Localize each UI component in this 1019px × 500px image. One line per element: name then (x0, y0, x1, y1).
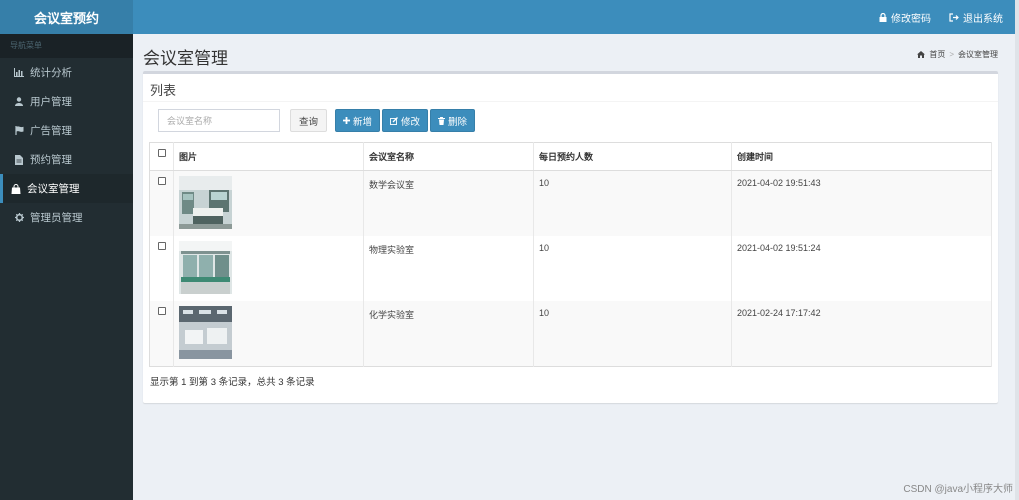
sidebar-item-bookings[interactable]: 预约管理 (0, 145, 133, 174)
sidebar-item-label: 预约管理 (30, 154, 72, 166)
column-header-capacity[interactable]: 每日预约人数 (533, 142, 732, 171)
room-photo[interactable] (179, 241, 232, 294)
select-all-checkbox[interactable] (157, 149, 166, 157)
capacity-cell: 10 (533, 236, 732, 301)
app-logo[interactable]: 会议室预约 (0, 0, 133, 34)
query-button[interactable]: 查询 (290, 109, 328, 132)
sidebar-item-ads[interactable]: 广告管理 (0, 116, 133, 145)
row-checkbox[interactable] (157, 242, 166, 250)
room-photo[interactable] (179, 306, 232, 359)
picture-cell (173, 170, 364, 236)
row-select-cell (149, 170, 174, 236)
picture-cell (173, 301, 364, 367)
gear-icon (14, 213, 24, 223)
sidebar-item-label: 用户管理 (30, 96, 72, 108)
sidebar-item-admins[interactable]: 管理员管理 (0, 203, 133, 232)
row-select-cell (149, 236, 174, 301)
name-cell: 化学实验室 (363, 301, 534, 367)
logout-label: 退出系统 (963, 13, 1003, 25)
meeting-room-table: 图片 会议室名称 每日预约人数 创建时间 数学会议室 10 2021-04-02… (149, 142, 992, 367)
capacity-cell: 10 (533, 170, 732, 236)
page-title: 会议室管理 (143, 49, 228, 68)
top-navbar: 修改密码 退出系统 (133, 0, 1019, 34)
watermark: CSDN @java小程序大师 (903, 484, 1013, 495)
capacity-cell: 10 (533, 301, 732, 367)
created-cell: 2021-04-02 19:51:43 (731, 170, 992, 236)
bar-chart-icon (14, 68, 24, 78)
sign-out-icon (949, 12, 959, 22)
flag-icon (14, 126, 24, 136)
row-select-cell (149, 301, 174, 367)
add-button-label: 新增 (353, 116, 373, 128)
table-row[interactable]: 数学会议室 10 2021-04-02 19:51:43 (149, 170, 992, 236)
column-header-created[interactable]: 创建时间 (731, 142, 992, 171)
sidebar: 导航菜单 统计分析 用户管理 广告管理 预约管理 会议室管理 管理员管理 (0, 34, 133, 500)
query-button-label: 查询 (299, 116, 319, 128)
toolbar: 查询 新增 修改 删除 (158, 109, 476, 132)
plus-icon (343, 117, 351, 124)
sidebar-item-label: 管理员管理 (30, 212, 83, 224)
delete-button-label: 删除 (448, 116, 468, 128)
content-header: 会议室管理 首页 > 会议室管理 (133, 34, 1019, 72)
edit-button-label: 修改 (401, 116, 421, 128)
add-button[interactable]: 新增 (335, 109, 381, 132)
created-cell: 2021-04-02 19:51:24 (731, 236, 992, 301)
breadcrumb-home[interactable]: 首页 (929, 49, 945, 60)
breadcrumb-current: 会议室管理 (958, 50, 998, 59)
edit-icon (390, 116, 398, 125)
row-checkbox[interactable] (157, 177, 166, 185)
sidebar-item-label: 统计分析 (30, 67, 72, 79)
sidebar-item-meeting-rooms[interactable]: 会议室管理 (0, 174, 133, 203)
trash-icon (438, 116, 446, 125)
sidebar-nav-header: 导航菜单 (0, 34, 133, 58)
room-photo[interactable] (179, 176, 232, 229)
sidebar-item-statistics[interactable]: 统计分析 (0, 58, 133, 87)
lock-icon (879, 12, 887, 22)
column-header-name[interactable]: 会议室名称 (363, 142, 534, 171)
breadcrumb: 首页 > 会议室管理 (917, 49, 998, 60)
created-cell: 2021-02-24 17:17:42 (731, 301, 992, 367)
user-icon (14, 97, 24, 107)
shopping-bag-icon (11, 183, 21, 194)
home-icon (917, 51, 926, 58)
change-password-label: 修改密码 (891, 13, 931, 25)
delete-button[interactable]: 删除 (430, 109, 476, 132)
sidebar-item-label: 会议室管理 (27, 183, 80, 195)
name-cell: 数学会议室 (363, 170, 534, 236)
pagination-info: 显示第 1 到第 3 条记录，总共 3 条记录 (150, 377, 315, 388)
row-checkbox[interactable] (157, 307, 166, 315)
sidebar-item-users[interactable]: 用户管理 (0, 87, 133, 116)
change-password-link[interactable]: 修改密码 (879, 10, 931, 25)
logout-link[interactable]: 退出系统 (949, 10, 1003, 25)
table-row[interactable]: 物理实验室 10 2021-04-02 19:51:24 (149, 236, 992, 301)
edit-button[interactable]: 修改 (382, 109, 429, 132)
table-row[interactable]: 化学实验室 10 2021-02-24 17:17:42 (149, 301, 992, 367)
picture-cell (173, 236, 364, 301)
name-cell: 物理实验室 (363, 236, 534, 301)
breadcrumb-separator: > (949, 50, 954, 59)
page-scrollbar[interactable] (1015, 0, 1019, 500)
table-header-row: 图片 会议室名称 每日预约人数 创建时间 (149, 142, 992, 171)
sidebar-item-label: 广告管理 (30, 125, 72, 137)
meeting-room-search-input[interactable] (158, 109, 280, 132)
list-box: 列表 查询 新增 修改 删除 图片 会议室名称 每日预约人数 创建时间 (143, 71, 998, 403)
file-icon (14, 154, 24, 165)
column-header-picture[interactable]: 图片 (173, 142, 364, 171)
select-all-cell (149, 142, 174, 171)
box-title: 列表 (143, 74, 998, 102)
